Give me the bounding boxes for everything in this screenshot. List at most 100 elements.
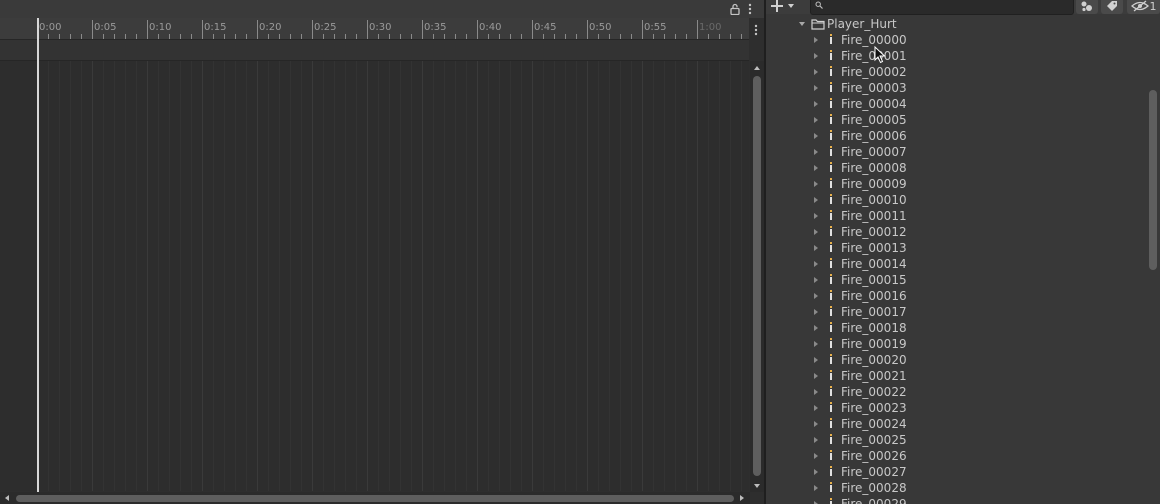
tree-item[interactable]: Fire_00008 — [766, 160, 1146, 176]
tree-item[interactable]: Fire_00004 — [766, 96, 1146, 112]
expand-triangle-icon[interactable] — [812, 36, 820, 44]
fire-sprite-icon — [830, 178, 832, 188]
grid-minor-line — [136, 61, 137, 491]
fire-sprite-icon — [830, 322, 832, 332]
expand-triangle-icon[interactable] — [812, 100, 820, 108]
lock-icon[interactable] — [729, 3, 741, 15]
timeline-header-bar — [0, 0, 764, 18]
tree-root-row[interactable]: Player_Hurt — [766, 16, 1146, 32]
grid-minor-line — [290, 61, 291, 491]
tree-item[interactable]: Fire_00012 — [766, 224, 1146, 240]
search-input[interactable] — [827, 0, 1067, 12]
tree-item[interactable]: Fire_00029 — [766, 496, 1146, 504]
ruler-minor-tick — [81, 34, 82, 39]
ruler-minor-tick — [686, 34, 687, 39]
expand-triangle-icon[interactable] — [812, 244, 820, 252]
playhead[interactable] — [37, 18, 39, 492]
hierarchy-vertical-scrollbar[interactable] — [1146, 14, 1160, 504]
expand-triangle-icon[interactable] — [812, 340, 820, 348]
visibility-toggle-button[interactable]: 1 — [1127, 0, 1160, 14]
scroll-thumb[interactable] — [1149, 90, 1157, 270]
expand-triangle-icon[interactable] — [812, 68, 820, 76]
tree-item-label: Fire_00027 — [841, 465, 907, 479]
expand-triangle-icon[interactable] — [812, 84, 820, 92]
expand-triangle-icon[interactable] — [812, 228, 820, 236]
expand-triangle-icon[interactable] — [812, 484, 820, 492]
expand-triangle-icon[interactable] — [812, 436, 820, 444]
ruler-minor-tick — [136, 34, 137, 39]
ruler-minor-tick — [180, 34, 181, 39]
tree-item[interactable]: Fire_00005 — [766, 112, 1146, 128]
tree-item[interactable]: Fire_00009 — [766, 176, 1146, 192]
expand-triangle-icon[interactable] — [812, 116, 820, 124]
tree-item[interactable]: Fire_00014 — [766, 256, 1146, 272]
tree-item[interactable]: Fire_00016 — [766, 288, 1146, 304]
tree-item[interactable]: Fire_00028 — [766, 480, 1146, 496]
tag-icon — [1107, 1, 1117, 11]
ruler-minor-tick — [631, 34, 632, 39]
expand-triangle-icon[interactable] — [812, 260, 820, 268]
tree-item[interactable]: Fire_00023 — [766, 400, 1146, 416]
keyframe-track-area[interactable] — [0, 61, 749, 491]
fire-sprite-icon — [830, 98, 832, 108]
scroll-up-arrow-icon[interactable] — [753, 64, 761, 72]
expand-triangle-icon[interactable] — [812, 132, 820, 140]
expand-triangle-icon[interactable] — [812, 148, 820, 156]
scroll-thumb[interactable] — [16, 495, 734, 502]
scroll-thumb[interactable] — [753, 76, 761, 476]
tree-item[interactable]: Fire_00006 — [766, 128, 1146, 144]
expand-triangle-icon[interactable] — [812, 276, 820, 284]
tree-item[interactable]: Fire_00000 — [766, 32, 1146, 48]
tree-item[interactable]: Fire_00011 — [766, 208, 1146, 224]
tree-item[interactable]: Fire_00015 — [766, 272, 1146, 288]
timeline-vertical-scrollbar[interactable] — [750, 61, 764, 492]
expand-triangle-icon[interactable] — [812, 324, 820, 332]
scroll-down-arrow-icon[interactable] — [753, 482, 761, 490]
tree-item[interactable]: Fire_00022 — [766, 384, 1146, 400]
tree-item[interactable]: Fire_00026 — [766, 448, 1146, 464]
kebab-menu-icon[interactable] — [746, 2, 754, 16]
expand-triangle-icon[interactable] — [812, 388, 820, 396]
time-ruler[interactable]: 0:00 0:05 0:10 0:15 0:20 0:25 0:30 0:35 0:40 0:45… — [0, 18, 749, 40]
expand-triangle-icon[interactable] — [812, 52, 820, 60]
expand-triangle-icon[interactable] — [812, 468, 820, 476]
tree-item[interactable]: Fire_00010 — [766, 192, 1146, 208]
grid-minor-line — [48, 61, 49, 491]
tree-item[interactable]: Fire_00025 — [766, 432, 1146, 448]
tree-item[interactable]: Fire_00024 — [766, 416, 1146, 432]
scene-filter-button[interactable] — [1076, 0, 1098, 14]
tree-item[interactable]: Fire_00007 — [766, 144, 1146, 160]
tree-item[interactable]: Fire_00001 — [766, 48, 1146, 64]
tag-filter-button[interactable] — [1101, 0, 1123, 14]
timeline-horizontal-scrollbar[interactable] — [0, 492, 750, 504]
expand-triangle-icon[interactable] — [812, 452, 820, 460]
tree-item[interactable]: Fire_00017 — [766, 304, 1146, 320]
expand-triangle-icon[interactable] — [812, 308, 820, 316]
kebab-menu-icon[interactable] — [752, 23, 760, 37]
expand-triangle-icon[interactable] — [812, 404, 820, 412]
expand-triangle-icon[interactable] — [812, 500, 820, 504]
dopesheet-summary-row[interactable] — [0, 40, 749, 61]
tree-item[interactable]: Fire_00003 — [766, 80, 1146, 96]
scroll-left-arrow-icon[interactable] — [3, 494, 11, 502]
expand-triangle-icon[interactable] — [812, 372, 820, 380]
expand-triangle-icon[interactable] — [812, 212, 820, 220]
ruler-minor-tick — [444, 34, 445, 39]
add-button[interactable] — [770, 0, 800, 13]
scroll-right-arrow-icon[interactable] — [738, 494, 746, 502]
tree-item[interactable]: Fire_00027 — [766, 464, 1146, 480]
tree-item[interactable]: Fire_00002 — [766, 64, 1146, 80]
collapse-triangle-icon[interactable] — [798, 20, 806, 28]
tree-item[interactable]: Fire_00019 — [766, 336, 1146, 352]
tree-item[interactable]: Fire_00018 — [766, 320, 1146, 336]
tree-item[interactable]: Fire_00013 — [766, 240, 1146, 256]
expand-triangle-icon[interactable] — [812, 356, 820, 364]
expand-triangle-icon[interactable] — [812, 180, 820, 188]
expand-triangle-icon[interactable] — [812, 164, 820, 172]
expand-triangle-icon[interactable] — [812, 420, 820, 428]
tree-item[interactable]: Fire_00020 — [766, 352, 1146, 368]
expand-triangle-icon[interactable] — [812, 292, 820, 300]
tree-item[interactable]: Fire_00021 — [766, 368, 1146, 384]
expand-triangle-icon[interactable] — [812, 196, 820, 204]
search-field[interactable] — [810, 0, 1074, 15]
